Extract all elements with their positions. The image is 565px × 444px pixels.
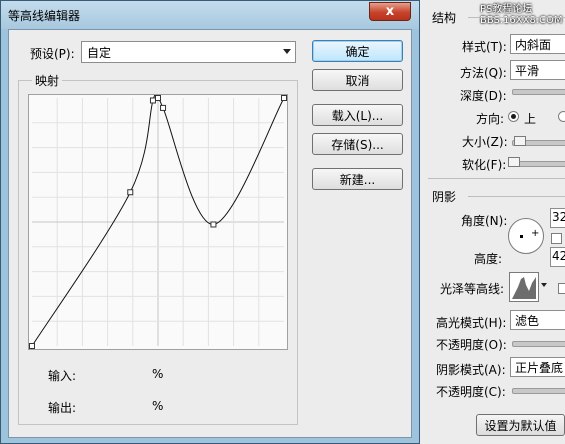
- highlight-opacity-slider[interactable]: [512, 341, 565, 347]
- shading-divider: [468, 196, 565, 197]
- output-label: 输出:: [48, 401, 77, 415]
- input-unit: %: [152, 367, 164, 381]
- input-label: 输入:: [48, 369, 77, 383]
- preset-select[interactable]: 自定: [81, 41, 296, 63]
- gloss-contour-label: 光泽等高线:: [440, 282, 505, 296]
- structure-divider: [468, 17, 565, 18]
- save-button[interactable]: 存储(S)...: [312, 133, 403, 155]
- highlight-mode-select[interactable]: 滤色: [510, 310, 565, 330]
- method-select[interactable]: 平滑: [510, 60, 565, 80]
- shadow-mode-label: 阴影模式(A):: [436, 363, 506, 377]
- curve-control-point[interactable]: [29, 343, 35, 349]
- contour-graph[interactable]: [28, 94, 288, 350]
- soften-label: 软化(F):: [462, 158, 507, 172]
- gloss-contour-icon: [512, 277, 536, 299]
- close-icon[interactable]: x: [369, 2, 411, 21]
- section-divider: [428, 178, 565, 179]
- curve-control-point[interactable]: [210, 221, 217, 228]
- altitude-label: 高度:: [474, 252, 503, 266]
- global-light-checkbox[interactable]: [551, 233, 562, 244]
- ok-button[interactable]: 确定: [312, 40, 403, 62]
- depth-slider[interactable]: [512, 89, 565, 95]
- soften-slider-thumb[interactable]: [508, 157, 520, 167]
- new-button[interactable]: 新建...: [312, 168, 403, 190]
- curve-control-point[interactable]: [149, 97, 156, 104]
- load-button[interactable]: 载入(L)...: [312, 104, 403, 126]
- curve-control-point[interactable]: [127, 189, 134, 196]
- shadow-opacity-label: 不透明度(C):: [436, 385, 506, 399]
- curve-control-point[interactable]: [160, 104, 167, 111]
- watermark: PS教程论坛 BBS.16XX8.COM: [480, 4, 563, 26]
- depth-label: 深度(D):: [460, 89, 507, 103]
- preset-label: 预设(P):: [30, 47, 75, 61]
- style-select[interactable]: 内斜面: [510, 34, 565, 54]
- output-unit: %: [152, 399, 164, 413]
- preset-value: 自定: [87, 46, 112, 60]
- direction-up-radio[interactable]: [508, 111, 519, 122]
- highlight-mode-label: 高光模式(H):: [436, 316, 507, 330]
- mapping-group-title: 映射: [32, 72, 63, 89]
- chevron-down-icon: [283, 49, 291, 54]
- angle-dial[interactable]: +: [508, 218, 544, 254]
- highlight-opacity-label: 不透明度(O):: [436, 338, 507, 352]
- contour-graph-canvas[interactable]: [29, 95, 287, 349]
- shadow-mode-select[interactable]: 正片叠底: [510, 357, 565, 377]
- window-title: 等高线编辑器: [8, 9, 81, 23]
- direction-label: 方向:: [476, 112, 505, 126]
- shading-section-title: 阴影: [432, 190, 457, 204]
- style-label: 样式(T):: [462, 40, 507, 54]
- shadow-opacity-slider[interactable]: [512, 388, 565, 394]
- size-slider-thumb[interactable]: [514, 136, 526, 146]
- angle-dial-center: [520, 235, 523, 238]
- angle-value[interactable]: 32: [550, 208, 565, 228]
- curve-control-point[interactable]: [155, 95, 161, 101]
- title-bar: 等高线编辑器 x: [1, 1, 419, 29]
- direction-down-radio[interactable]: [558, 111, 565, 122]
- angle-label: 角度(N):: [461, 214, 508, 228]
- gloss-contour-thumbnail[interactable]: [509, 272, 539, 302]
- size-label: 大小(Z):: [462, 135, 508, 149]
- method-label: 方法(Q):: [460, 66, 507, 80]
- cancel-button[interactable]: 取消: [312, 69, 403, 91]
- structure-section-title: 结构: [432, 11, 457, 25]
- altitude-value[interactable]: 42: [550, 247, 565, 267]
- anti-aliased-checkbox[interactable]: [558, 283, 565, 294]
- curve-control-point[interactable]: [281, 95, 287, 101]
- set-default-button[interactable]: 设置为默认值: [476, 414, 565, 436]
- angle-crosshair-icon: +: [531, 228, 540, 239]
- gloss-contour-dropdown-icon[interactable]: [541, 283, 547, 287]
- direction-up-label: 上: [524, 112, 537, 126]
